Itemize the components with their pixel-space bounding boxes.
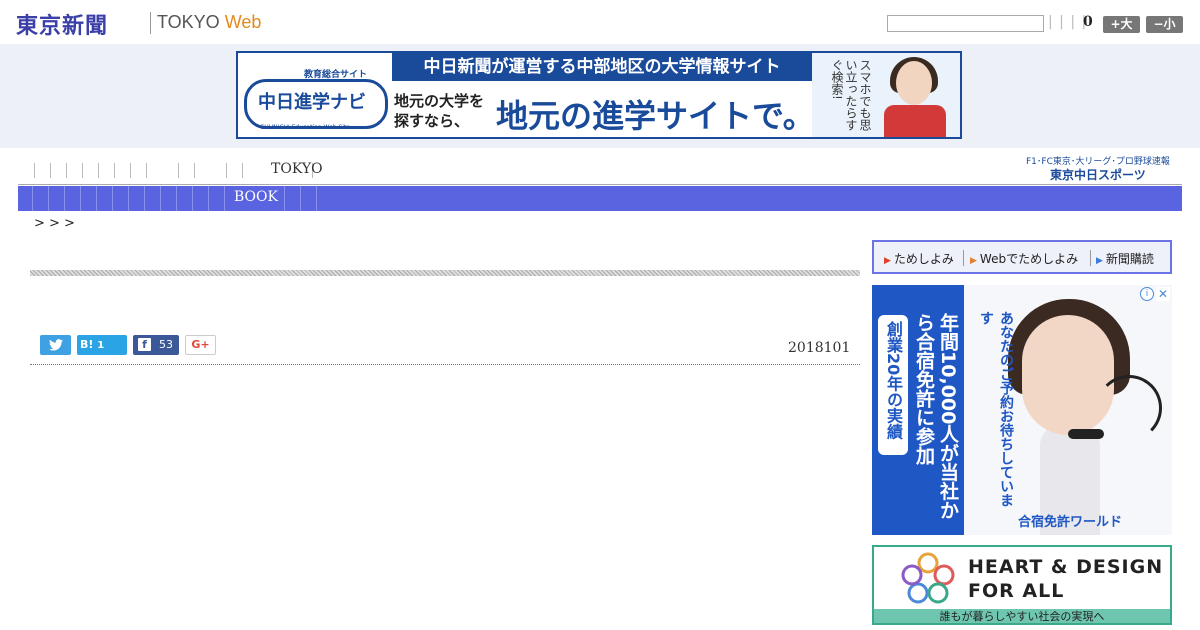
font-larger-button[interactable]: +大 [1103, 16, 1140, 33]
ad-side-text: スマホでも思い立ったらすぐ検索! [830, 59, 872, 131]
ad-logo-area: 教育総合サイト 中日進学ナビ CHUNICHI Education Web Si… [238, 53, 390, 137]
ad-main-text: 年間10,000人が当社から合宿免許に参加 [913, 313, 959, 520]
arrow-right-icon: ▶ [970, 256, 977, 266]
ad-close-icon[interactable]: ✕ [1156, 287, 1170, 301]
ad-badge-text: 創業20年の実績 [884, 321, 903, 440]
nav-item[interactable] [146, 163, 147, 178]
flower-logo-icon [901, 552, 955, 604]
ad-navi-sub: CHUNICHI Education Web Site [260, 124, 351, 131]
secondary-nav: BOOK [18, 186, 1182, 211]
nav-item[interactable] [130, 163, 131, 178]
chunichi-sports-logo[interactable]: 東京中日スポーツ [1050, 166, 1146, 183]
tameshi-link-label: ためしよみ [893, 252, 954, 266]
nav-subitem[interactable] [144, 186, 145, 211]
nav-item-book[interactable]: BOOK [234, 189, 278, 205]
nav-item[interactable] [98, 163, 99, 178]
logo-tokyo-web[interactable]: TOKYO Web [157, 12, 261, 33]
nav-subitem[interactable] [32, 186, 33, 211]
nav-subitem[interactable] [112, 186, 113, 211]
microphone-icon [1068, 429, 1104, 439]
primary-nav: TOKYO [18, 158, 1182, 185]
twitter-share-button[interactable] [40, 335, 71, 355]
nav-item[interactable] [50, 163, 51, 178]
nav-subitem[interactable] [128, 186, 129, 211]
arrow-right-icon: ▶ [884, 256, 891, 266]
nav-item[interactable] [226, 163, 227, 178]
nav-item[interactable] [82, 163, 83, 178]
ad-body-main: 地元の進学サイトで。 [496, 97, 815, 135]
nav-item[interactable] [178, 163, 179, 178]
header-count: 0 [1083, 14, 1093, 30]
logo-tokyo-shimbun[interactable]: 東京新聞 [16, 8, 108, 40]
subscribe-link[interactable]: ▶ 新聞購読 [1096, 250, 1154, 267]
ad-sub-text: あなたのご予約お待ちしています [978, 311, 1014, 507]
nav-subitem[interactable] [96, 186, 97, 211]
logo-en-suffix: Web [224, 12, 262, 32]
header-dividers: | | | | [1048, 14, 1088, 30]
twitter-icon [48, 339, 63, 351]
article-divider [30, 364, 860, 365]
web-tameshi-link[interactable]: ▶ Webでためしよみ [970, 250, 1078, 267]
nav-item[interactable] [194, 163, 195, 178]
nav-subitem[interactable] [208, 186, 209, 211]
headset-icon [1096, 375, 1162, 441]
ad-title-line2: FOR ALL [968, 580, 1065, 602]
nav-item[interactable] [114, 163, 115, 178]
sidebar-ad-driving-school[interactable]: 創業20年の実績 年間10,000人が当社から合宿免許に参加 あなたのご予約お待… [872, 285, 1172, 535]
gplus-share-button[interactable]: G+ [185, 335, 216, 355]
tameshi-divider [1090, 250, 1091, 266]
web-tameshi-link-label: Webでためしよみ [979, 252, 1079, 266]
nav-subitem[interactable] [192, 186, 193, 211]
ad-model-uniform [884, 105, 946, 137]
nav-subitem[interactable] [300, 186, 301, 211]
article-title-rule [30, 270, 860, 276]
nav-subitem[interactable] [316, 186, 317, 211]
hatena-count: 1 [97, 340, 105, 351]
logo-divider [150, 12, 151, 34]
top-banner-ad[interactable]: 教育総合サイト 中日進学ナビ CHUNICHI Education Web Si… [236, 51, 962, 139]
breadcrumb[interactable]: > > > [34, 216, 75, 231]
tameshi-link[interactable]: ▶ ためしよみ [884, 250, 954, 267]
logo-en-prefix: TOKYO [157, 12, 220, 32]
facebook-count: 53 [159, 338, 173, 351]
tameshi-divider [963, 250, 964, 266]
ad-title: HEART & DESIGN FOR ALL [968, 555, 1163, 603]
ad-photo-area: スマホでも思い立ったらすぐ検索! [812, 53, 960, 137]
search-input[interactable] [887, 15, 1044, 32]
article-date: 2018101 [788, 340, 851, 356]
nav-subitem[interactable] [176, 186, 177, 211]
adchoices-info-icon[interactable]: i [1140, 287, 1154, 301]
arrow-right-icon: ▶ [1096, 256, 1103, 266]
nav-subitem[interactable] [80, 186, 81, 211]
nav-item-tokyo[interactable]: TOKYO [271, 161, 323, 177]
sidebar-ad-heart-design[interactable]: HEART & DESIGN FOR ALL 誰もが暮らしやすい社会の実現へ [872, 545, 1172, 625]
nav-item[interactable] [242, 163, 243, 178]
nav-subitem[interactable] [48, 186, 49, 211]
ad-headline: 中日新聞が運営する中部地区の大学情報サイト [392, 53, 812, 81]
ad-navi-logo: 中日進学ナビ [258, 92, 366, 113]
nav-item[interactable] [34, 163, 35, 178]
facebook-share-button[interactable]: f 53 [133, 335, 179, 355]
facebook-icon: f [138, 338, 151, 351]
ad-title-line1: HEART & DESIGN [968, 556, 1164, 578]
subscribe-link-label: 新聞購読 [1105, 252, 1154, 266]
site-header: 東京新聞 TOKYO Web | | | | 0 +大 −小 [0, 0, 1200, 44]
ad-model-face [896, 61, 932, 105]
nav-subitem[interactable] [224, 186, 225, 211]
hatena-label: B! [80, 338, 94, 351]
font-smaller-button[interactable]: −小 [1146, 16, 1183, 33]
ad-footer: 誰もが暮らしやすい社会の実現へ [874, 609, 1170, 623]
ad-brand: 合宿免許ワールド [1018, 515, 1123, 530]
tameshi-bar: ▶ ためしよみ ▶ Webでためしよみ ▶ 新聞購読 [872, 240, 1172, 274]
nav-subitem[interactable] [64, 186, 65, 211]
ad-body-left: 地元の大学を探すなら、 [394, 92, 485, 130]
nav-item[interactable] [66, 163, 67, 178]
hatena-bookmark-button[interactable]: B! 1 [77, 335, 127, 355]
nav-subitem[interactable] [160, 186, 161, 211]
nav-subitem[interactable] [284, 186, 285, 211]
